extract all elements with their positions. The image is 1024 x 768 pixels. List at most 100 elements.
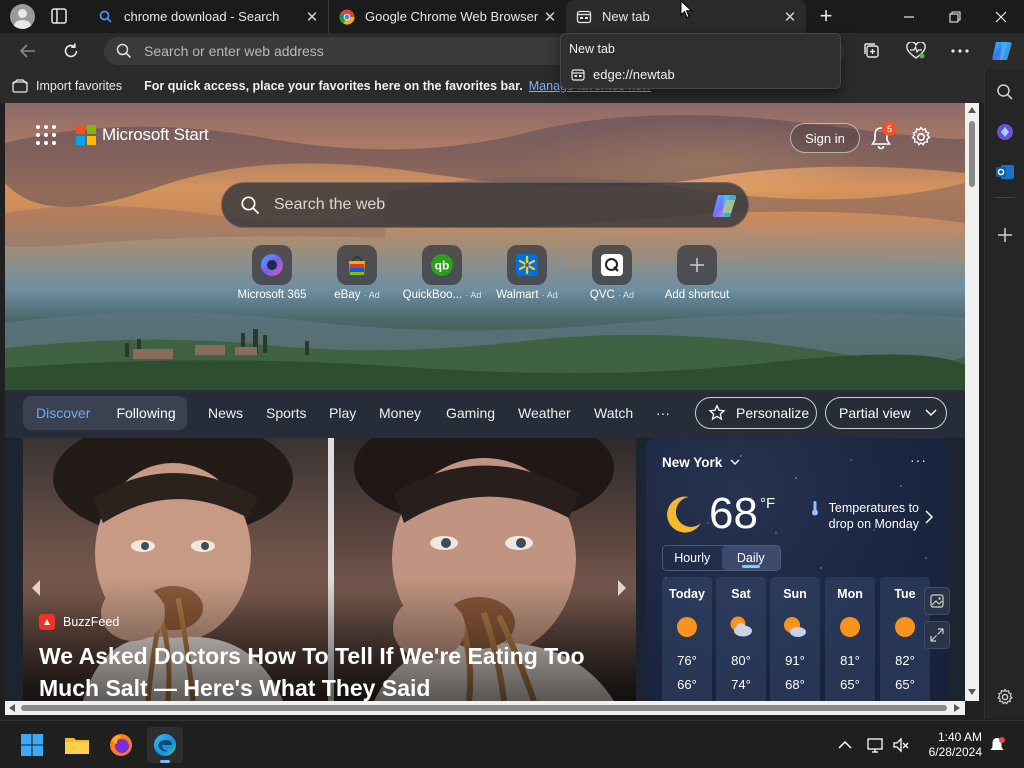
horizontal-scrollbar[interactable] xyxy=(5,701,965,715)
nav-watch[interactable]: Watch xyxy=(594,405,633,421)
view-mode-dropdown[interactable]: Partial view xyxy=(825,397,947,429)
scroll-left-arrow-icon[interactable] xyxy=(9,704,15,712)
outlook-icon[interactable] xyxy=(994,161,1016,183)
browser-essentials-icon[interactable] xyxy=(905,40,927,62)
tab-google-chrome[interactable]: Google Chrome Web Browser ✕ xyxy=(328,0,566,33)
scroll-down-arrow-icon[interactable] xyxy=(968,689,976,695)
personalize-button[interactable]: Personalize xyxy=(695,397,817,429)
shortcut-walmart[interactable]: Walmart · Ad xyxy=(482,245,572,301)
copilot-sidebar-icon[interactable] xyxy=(994,121,1016,143)
file-explorer-icon[interactable] xyxy=(59,727,95,763)
forecast-day[interactable]: Today 76° 66° xyxy=(662,577,712,701)
chevron-right-icon[interactable] xyxy=(924,510,934,524)
tab-discover[interactable]: Discover xyxy=(23,396,103,430)
tab-hourly[interactable]: Hourly xyxy=(663,546,722,570)
web-search-box[interactable]: Search the web xyxy=(221,182,749,228)
location-name: New York xyxy=(662,455,723,470)
taskbar-clock[interactable]: 1:40 AM 6/28/2024 xyxy=(916,730,982,760)
forecast-day[interactable]: Sun 91° 68° xyxy=(770,577,820,701)
nav-gaming[interactable]: Gaming xyxy=(446,405,495,421)
scrollbar-thumb[interactable] xyxy=(21,705,947,711)
scroll-right-arrow-icon[interactable] xyxy=(954,704,960,712)
sun-icon xyxy=(677,617,697,637)
weather-more-options-icon[interactable]: ··· xyxy=(910,452,927,468)
tab-actions-icon[interactable] xyxy=(50,7,68,25)
sun-icon xyxy=(840,617,860,637)
nav-weather[interactable]: Weather xyxy=(518,405,571,421)
back-arrow-icon[interactable] xyxy=(15,38,41,64)
forecast-high: 76° xyxy=(677,653,697,668)
firefox-icon[interactable] xyxy=(103,727,139,763)
scrollbar-thumb[interactable] xyxy=(969,121,975,187)
carousel-next-icon[interactable] xyxy=(615,578,629,598)
carousel-prev-icon[interactable] xyxy=(29,578,43,598)
notification-bell-icon[interactable] xyxy=(988,736,1006,754)
article-source-name: BuzzFeed xyxy=(63,615,120,629)
forecast-day[interactable]: Sat 80° 74° xyxy=(716,577,766,701)
windows-start-icon[interactable] xyxy=(14,727,50,763)
shortcut-label: Microsoft 365 xyxy=(237,289,307,301)
shortcut-qvc[interactable]: QVC · Ad xyxy=(567,245,657,301)
feed-toggle: Discover Following xyxy=(23,396,187,430)
shortcut-quickbooks[interactable]: qb QuickBoo... · Ad xyxy=(397,245,487,301)
image-info-icon[interactable] xyxy=(924,587,950,615)
newtab-page-icon xyxy=(571,68,585,81)
import-favorites-button[interactable]: Import favorites xyxy=(12,79,122,93)
weather-alert-note[interactable]: Temperatures to drop on Monday xyxy=(824,500,919,532)
forecast-day-label: Tue xyxy=(894,587,916,601)
network-display-icon[interactable] xyxy=(867,736,885,754)
close-window-icon[interactable] xyxy=(978,0,1024,33)
clock-time: 1:40 AM xyxy=(937,730,982,744)
article-headline[interactable]: We Asked Doctors How To Tell If We're Ea… xyxy=(39,640,609,701)
sidebar-settings-icon[interactable] xyxy=(994,686,1016,708)
nav-news[interactable]: News xyxy=(208,405,243,421)
sign-in-button[interactable]: Sign in xyxy=(790,123,860,153)
forecast-day[interactable]: Mon 81° 65° xyxy=(825,577,875,701)
personalize-label: Personalize xyxy=(736,405,810,421)
copilot-icon[interactable] xyxy=(710,193,740,219)
tab-daily[interactable]: Daily xyxy=(721,546,780,570)
search-placeholder: Search the web xyxy=(274,196,386,213)
edge-taskbar-icon[interactable] xyxy=(147,727,183,763)
weather-card[interactable]: New York ··· 68 °F Temperatures to drop … xyxy=(646,438,947,701)
article-source[interactable]: BuzzFeed xyxy=(39,614,119,630)
feed-navigation: Discover Following News Sports Play Mone… xyxy=(5,390,965,438)
new-tab-plus-icon[interactable]: + xyxy=(815,5,837,28)
close-tab-icon[interactable]: ✕ xyxy=(304,9,320,26)
forecast-high: 81° xyxy=(840,653,860,668)
tab-following[interactable]: Following xyxy=(103,396,188,430)
qvc-icon xyxy=(592,245,632,285)
close-tab-icon[interactable]: ✕ xyxy=(782,9,798,26)
expand-icon[interactable] xyxy=(924,621,950,649)
chevron-up-icon[interactable] xyxy=(836,736,854,754)
forecast-day-label: Sat xyxy=(731,587,751,601)
profile-avatar-icon[interactable] xyxy=(10,4,35,29)
more-options-icon[interactable] xyxy=(949,40,971,62)
tab-chrome-download-search[interactable]: chrome download - Search ✕ xyxy=(88,0,328,33)
nav-money[interactable]: Money xyxy=(379,405,421,421)
close-tab-icon[interactable]: ✕ xyxy=(542,9,558,26)
app-launcher-icon[interactable] xyxy=(36,125,56,145)
restore-window-icon[interactable] xyxy=(932,0,978,33)
sidebar-search-icon[interactable] xyxy=(994,81,1016,103)
add-sidebar-app-icon[interactable] xyxy=(994,224,1016,246)
nav-play[interactable]: Play xyxy=(329,405,356,421)
refresh-icon[interactable] xyxy=(58,38,84,64)
vertical-scrollbar[interactable] xyxy=(965,103,979,701)
page-settings-gear-icon[interactable] xyxy=(910,126,932,148)
shortcut-ebay[interactable]: eBay · Ad xyxy=(312,245,402,301)
collections-icon[interactable] xyxy=(861,40,883,62)
forecast-day[interactable]: Tue 82° 65° xyxy=(880,577,930,701)
quickbooks-icon: qb xyxy=(422,245,462,285)
copilot-icon[interactable] xyxy=(989,38,1015,64)
weather-location[interactable]: New York xyxy=(662,455,740,470)
add-shortcut-button[interactable]: Add shortcut xyxy=(652,245,742,301)
partly-cloudy-icon xyxy=(784,617,806,637)
nav-more-icon[interactable]: ··· xyxy=(656,405,670,421)
featured-article-card[interactable]: BuzzFeed We Asked Doctors How To Tell If… xyxy=(23,438,636,701)
shortcut-microsoft-365[interactable]: Microsoft 365 xyxy=(227,245,317,301)
scroll-up-arrow-icon[interactable] xyxy=(968,107,976,113)
volume-muted-icon[interactable] xyxy=(892,736,910,754)
minimize-window-icon[interactable] xyxy=(886,0,932,33)
nav-sports[interactable]: Sports xyxy=(266,405,306,421)
